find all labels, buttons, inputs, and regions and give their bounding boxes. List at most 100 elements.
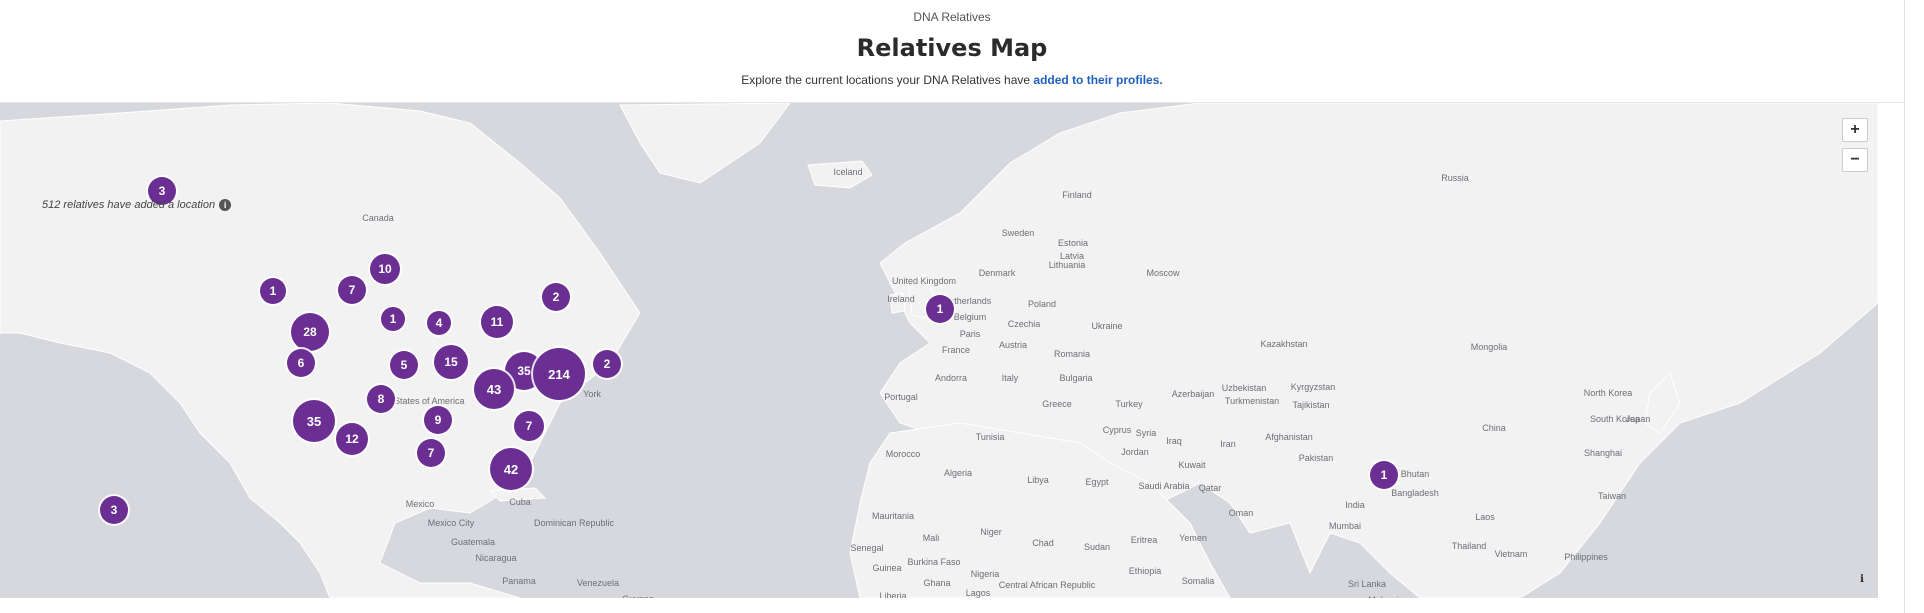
relative-cluster-marker[interactable]: 28: [291, 313, 329, 351]
map-label: Malaysia: [1368, 595, 1404, 598]
map-label: France: [941, 345, 971, 355]
relative-cluster-marker[interactable]: 1: [1370, 461, 1398, 489]
map-label: Yemen: [1179, 533, 1207, 543]
map-label: Guyana: [622, 594, 654, 598]
map-label: Thailand: [1451, 541, 1487, 551]
map-label: Ukraine: [1091, 321, 1123, 331]
map-label: Czechia: [1007, 319, 1041, 329]
map-label: Saudi Arabia: [1138, 481, 1190, 491]
zoom-controls: + −: [1842, 118, 1868, 172]
map-label: Italy: [1001, 373, 1019, 383]
map-label: Tajikistan: [1292, 400, 1330, 410]
map-label: Nigeria: [970, 569, 1000, 579]
map-label: Bulgaria: [1059, 373, 1093, 383]
map-label: Guatemala: [450, 537, 496, 547]
map-label: Venezuela: [576, 578, 620, 588]
map-label: Ghana: [923, 578, 951, 588]
page-subtitle: Explore the current locations your DNA R…: [0, 73, 1904, 87]
relative-cluster-marker[interactable]: 2: [542, 283, 570, 311]
greenland-landmass: [619, 103, 791, 184]
relative-cluster-marker[interactable]: 3: [100, 496, 128, 524]
info-icon[interactable]: i: [219, 199, 232, 211]
map-label: Pakistan: [1298, 453, 1334, 463]
map-label: Andorra: [934, 373, 968, 383]
map-label: Jordan: [1121, 447, 1149, 457]
map-label: Dominican Republic: [533, 518, 615, 528]
map-label: Canada: [362, 213, 394, 223]
relative-cluster-marker[interactable]: 8: [367, 385, 395, 413]
map-label: Mumbai: [1328, 521, 1362, 531]
relative-cluster-marker[interactable]: 1: [381, 307, 405, 331]
relative-cluster-marker[interactable]: 1: [260, 278, 286, 304]
map-label: Guinea: [872, 563, 902, 573]
relative-cluster-marker[interactable]: 7: [338, 276, 366, 304]
map-label: Poland: [1027, 299, 1057, 309]
relative-cluster-marker[interactable]: 7: [514, 411, 544, 441]
map-label: United Kingdom: [891, 276, 957, 286]
map-label: Panama: [502, 576, 536, 586]
relative-cluster-marker[interactable]: 11: [481, 306, 513, 338]
map-label: Niger: [980, 527, 1002, 537]
relative-cluster-marker[interactable]: 43: [474, 369, 514, 409]
map-label: Turkmenistan: [1224, 396, 1280, 406]
relative-cluster-marker[interactable]: 5: [390, 351, 418, 379]
map-label: Philippines: [1564, 552, 1608, 562]
map-label: Sweden: [1001, 228, 1035, 238]
location-count-note: 512 relatives have added a location i: [42, 199, 232, 211]
relative-cluster-marker[interactable]: 2: [593, 350, 621, 378]
map-label: Uzbekistan: [1221, 383, 1267, 393]
map-label: Nicaragua: [475, 553, 517, 563]
map-land: [0, 103, 1878, 598]
map-label: Morocco: [885, 449, 921, 459]
relative-cluster-marker[interactable]: 1: [926, 295, 954, 323]
map-label: Iceland: [833, 167, 863, 177]
map-label: North Korea: [1583, 388, 1633, 398]
map-label: Taiwan: [1597, 491, 1627, 501]
map-label: Romania: [1053, 349, 1091, 359]
zoom-in-button[interactable]: +: [1842, 118, 1868, 142]
attribution-info-icon[interactable]: i: [1856, 573, 1868, 585]
map-label: Central African Republic: [998, 580, 1096, 590]
map-label: Mauritania: [871, 511, 915, 521]
map-label: Shanghai: [1583, 448, 1623, 458]
relative-cluster-marker[interactable]: 4: [427, 311, 451, 335]
map-label: Somalia: [1181, 576, 1215, 586]
map-label: Denmark: [978, 268, 1016, 278]
map-label: Kyrgyzstan: [1290, 382, 1336, 392]
relative-cluster-marker[interactable]: 12: [336, 423, 368, 455]
relative-cluster-marker[interactable]: 15: [434, 345, 468, 379]
relative-cluster-marker[interactable]: 214: [533, 348, 585, 400]
relative-cluster-marker[interactable]: 10: [370, 254, 400, 284]
map-label: Ethiopia: [1128, 566, 1162, 576]
map-label: Syria: [1135, 428, 1157, 438]
map-label: Sri Lanka: [1347, 579, 1387, 589]
profile-locations-link[interactable]: added to their profiles.: [1033, 73, 1162, 87]
map-label: Lagos: [965, 588, 991, 598]
map-label: Kazakhstan: [1260, 339, 1308, 349]
relatives-map[interactable]: Canada United States of America Mexico Mexi…: [0, 103, 1878, 598]
map-label: Senegal: [850, 543, 884, 553]
map-label: India: [1345, 500, 1365, 510]
map-label: Azerbaijan: [1171, 389, 1215, 399]
map-label: Qatar: [1198, 483, 1222, 493]
zoom-out-button[interactable]: −: [1842, 148, 1868, 172]
relative-cluster-marker[interactable]: 9: [424, 406, 452, 434]
map-label: Greece: [1042, 399, 1072, 409]
relative-cluster-marker[interactable]: 42: [490, 448, 532, 490]
map-label: Eritrea: [1130, 535, 1158, 545]
map-label: Chad: [1032, 538, 1054, 548]
map-label: Cuba: [509, 497, 531, 507]
map-label: Portugal: [884, 392, 918, 402]
map-label: Moscow: [1146, 268, 1180, 278]
relative-cluster-marker[interactable]: 35: [293, 400, 335, 442]
map-label: Turkey: [1115, 399, 1143, 409]
map-label: Iraq: [1166, 436, 1182, 446]
map-label: Egypt: [1085, 477, 1109, 487]
relative-cluster-marker[interactable]: 7: [417, 439, 445, 467]
map-label: Mexico: [405, 499, 435, 509]
map-label: Vietnam: [1494, 549, 1528, 559]
page-header: DNA Relatives Relatives Map Explore the …: [0, 0, 1904, 103]
map-label: Japan: [1625, 414, 1651, 424]
relative-cluster-marker[interactable]: 6: [287, 349, 315, 377]
map-label: Sudan: [1083, 542, 1111, 552]
